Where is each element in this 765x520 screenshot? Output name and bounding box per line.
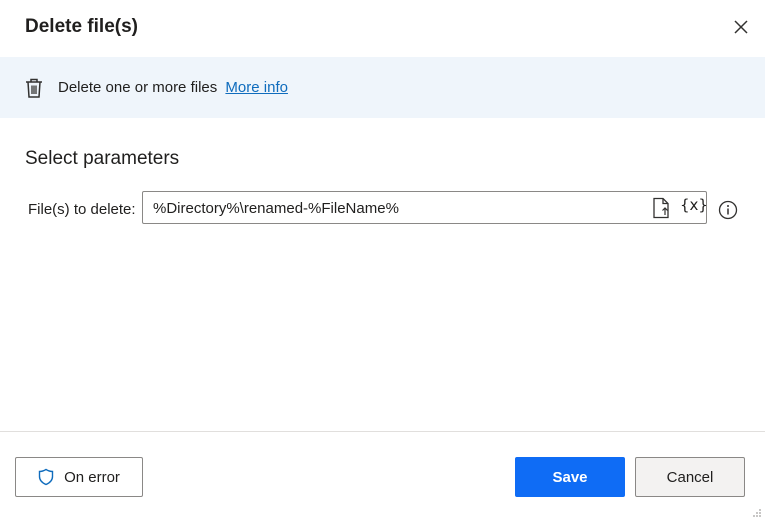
trash-icon — [26, 78, 42, 98]
dialog-title: Delete file(s) — [25, 16, 138, 37]
save-button[interactable]: Save — [515, 457, 625, 497]
section-title: Select parameters — [25, 148, 180, 169]
info-banner: Delete one or more files More info — [0, 57, 765, 118]
more-info-link[interactable]: More info — [225, 79, 288, 96]
close-icon — [734, 20, 748, 34]
banner-text-row: Delete one or more files More info — [58, 79, 288, 96]
on-error-label: On error — [64, 468, 120, 486]
files-to-delete-input[interactable]: %Directory%\renamed-%FileName% {x} — [142, 191, 708, 224]
files-to-delete-value[interactable]: %Directory%\renamed-%FileName% — [153, 200, 399, 217]
resize-grip-icon[interactable] — [752, 508, 762, 518]
file-picker-icon[interactable] — [651, 197, 671, 219]
shield-icon — [38, 468, 54, 486]
dialog-title-bar: Delete file(s) — [0, 0, 765, 57]
variable-picker-button[interactable]: {x} — [680, 196, 708, 214]
files-to-delete-label: File(s) to delete: — [28, 201, 136, 218]
info-icon[interactable] — [718, 200, 738, 220]
footer-divider — [0, 431, 765, 432]
on-error-button[interactable]: On error — [15, 457, 143, 497]
banner-description: Delete one or more files — [58, 79, 218, 96]
delete-files-dialog: Delete file(s) Delete one or more files … — [0, 0, 765, 520]
close-button[interactable] — [728, 14, 754, 40]
cancel-button[interactable]: Cancel — [635, 457, 745, 497]
